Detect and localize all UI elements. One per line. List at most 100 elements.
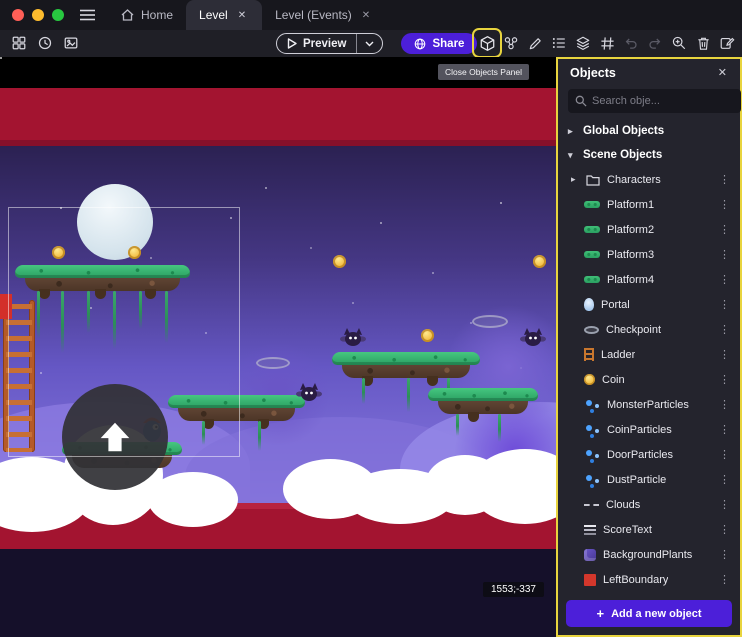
kebab-menu-icon[interactable]: ⋮	[715, 398, 734, 411]
bottom-dark-area	[0, 549, 556, 637]
object-row-platform1[interactable]: Platform1 ⋮	[558, 192, 740, 217]
edit-properties-button[interactable]	[524, 32, 546, 54]
coin-sprite[interactable]	[421, 329, 434, 342]
hamburger-icon	[80, 9, 95, 21]
coin-sprite[interactable]	[333, 255, 346, 268]
object-row-scoretext[interactable]: ScoreText ⋮	[558, 517, 740, 542]
cursor-coordinates: 1553;-337	[483, 582, 544, 597]
section-scene-objects[interactable]: ▾ Scene Objects	[558, 143, 740, 167]
kebab-menu-icon[interactable]: ⋮	[715, 348, 734, 361]
object-row-coin[interactable]: Coin ⋮	[558, 367, 740, 392]
kebab-menu-icon[interactable]: ⋮	[715, 373, 734, 386]
preview-button[interactable]: Preview	[277, 38, 356, 50]
undo-button[interactable]	[620, 32, 642, 54]
object-row-platform4[interactable]: Platform4 ⋮	[558, 267, 740, 292]
grid-button[interactable]	[596, 32, 618, 54]
bat-icon	[340, 327, 366, 347]
platform-sprite[interactable]	[15, 265, 190, 291]
coin-sprite[interactable]	[52, 246, 65, 259]
coin-sprite[interactable]	[533, 255, 546, 268]
export-button[interactable]	[60, 32, 82, 54]
monster-sprite[interactable]	[340, 327, 366, 347]
coin-sprite[interactable]	[128, 246, 141, 259]
kebab-menu-icon[interactable]: ⋮	[715, 223, 734, 236]
kebab-menu-icon[interactable]: ⋮	[715, 323, 734, 336]
kebab-menu-icon[interactable]: ⋮	[715, 523, 734, 536]
tab-level-events[interactable]: Level (Events) ✕	[262, 0, 386, 30]
kebab-menu-icon[interactable]: ⋮	[715, 548, 734, 561]
search-box[interactable]	[568, 89, 741, 113]
object-row-coinparticles[interactable]: CoinParticles ⋮	[558, 417, 740, 442]
preview-options-button[interactable]	[357, 41, 382, 47]
object-row-ladder[interactable]: Ladder ⋮	[558, 342, 740, 367]
object-row-doorparticles[interactable]: DoorParticles ⋮	[558, 442, 740, 467]
object-row-portal[interactable]: Portal ⋮	[558, 292, 740, 317]
history-button[interactable]	[34, 32, 56, 54]
kebab-menu-icon[interactable]: ⋮	[715, 298, 734, 311]
tab-home[interactable]: Home	[108, 0, 186, 30]
add-new-object-button[interactable]: + Add a new object	[566, 600, 732, 627]
share-button[interactable]: Share	[401, 33, 477, 54]
object-row-leftboundary[interactable]: LeftBoundary ⋮	[558, 567, 740, 592]
instances-list-button[interactable]	[548, 32, 570, 54]
objects-panel-footer: + Add a new object	[558, 592, 740, 635]
object-label: MonsterParticles	[607, 399, 689, 411]
kebab-menu-icon[interactable]: ⋮	[715, 448, 734, 461]
objects-panel-button[interactable]	[476, 32, 498, 54]
object-row-clouds[interactable]: Clouds ⋮	[558, 492, 740, 517]
monster-sprite[interactable]	[296, 382, 322, 402]
saucer-sprite[interactable]	[256, 357, 290, 369]
close-panel-icon[interactable]: ✕	[715, 65, 730, 80]
tab-level[interactable]: Level ✕	[186, 0, 262, 30]
balloon-sprite[interactable]	[77, 184, 153, 260]
main-menu-button[interactable]	[74, 4, 100, 26]
vine	[407, 378, 410, 412]
ladder-sprite[interactable]	[0, 300, 38, 452]
saucer-sprite[interactable]	[472, 315, 508, 328]
object-row-dustparticle[interactable]: DustParticle ⋮	[558, 467, 740, 492]
section-global-objects[interactable]: ▸ Global Objects	[558, 119, 740, 143]
close-tab-icon[interactable]: ✕	[359, 9, 373, 22]
kebab-menu-icon[interactable]: ⋮	[715, 473, 734, 486]
kebab-menu-icon[interactable]: ⋮	[715, 248, 734, 261]
kebab-menu-icon[interactable]: ⋮	[715, 573, 734, 586]
object-label: BackgroundPlants	[603, 549, 692, 561]
object-row-platform2[interactable]: Platform2 ⋮	[558, 217, 740, 242]
object-row-monsterparticles[interactable]: MonsterParticles ⋮	[558, 392, 740, 417]
edit-scene-button[interactable]	[716, 32, 738, 54]
objects-cube-icon	[479, 35, 496, 52]
platform-sprite[interactable]	[428, 388, 538, 414]
zoom-window-button[interactable]	[52, 9, 64, 21]
search-input[interactable]	[592, 95, 734, 107]
delete-button[interactable]	[692, 32, 714, 54]
kebab-menu-icon[interactable]: ⋮	[715, 498, 734, 511]
objects-search-row	[558, 86, 740, 119]
left-boundary-sprite[interactable]	[0, 294, 12, 319]
platform-sprite[interactable]	[332, 352, 480, 378]
onscreen-jump-button[interactable]	[62, 384, 168, 490]
object-row-characters[interactable]: ▸ Characters ⋮	[558, 167, 740, 192]
tooltip-close-objects-panel: Close Objects Panel	[438, 64, 529, 80]
zoom-in-button[interactable]	[668, 32, 690, 54]
object-row-platform3[interactable]: Platform3 ⋮	[558, 242, 740, 267]
scene-canvas[interactable]: 1553;-337	[0, 57, 556, 637]
minimize-window-button[interactable]	[32, 9, 44, 21]
object-groups-button[interactable]	[500, 32, 522, 54]
object-row-checkpoint[interactable]: Checkpoint ⋮	[558, 317, 740, 342]
portal-thumbnail-icon	[584, 298, 594, 311]
close-tab-icon[interactable]: ✕	[235, 9, 249, 22]
project-manager-button[interactable]	[8, 32, 30, 54]
object-label: CoinParticles	[607, 424, 672, 436]
kebab-menu-icon[interactable]: ⋮	[715, 273, 734, 286]
kebab-menu-icon[interactable]: ⋮	[715, 198, 734, 211]
cloud-sprite[interactable]	[148, 472, 238, 527]
platform-sprite[interactable]	[168, 395, 305, 421]
redo-button[interactable]	[644, 32, 666, 54]
close-window-button[interactable]	[12, 9, 24, 21]
object-row-backgroundplants[interactable]: BackgroundPlants ⋮	[558, 542, 740, 567]
kebab-menu-icon[interactable]: ⋮	[715, 173, 734, 186]
object-label: Coin	[602, 374, 625, 386]
kebab-menu-icon[interactable]: ⋮	[715, 423, 734, 436]
layers-button[interactable]	[572, 32, 594, 54]
monster-sprite[interactable]	[520, 327, 546, 347]
